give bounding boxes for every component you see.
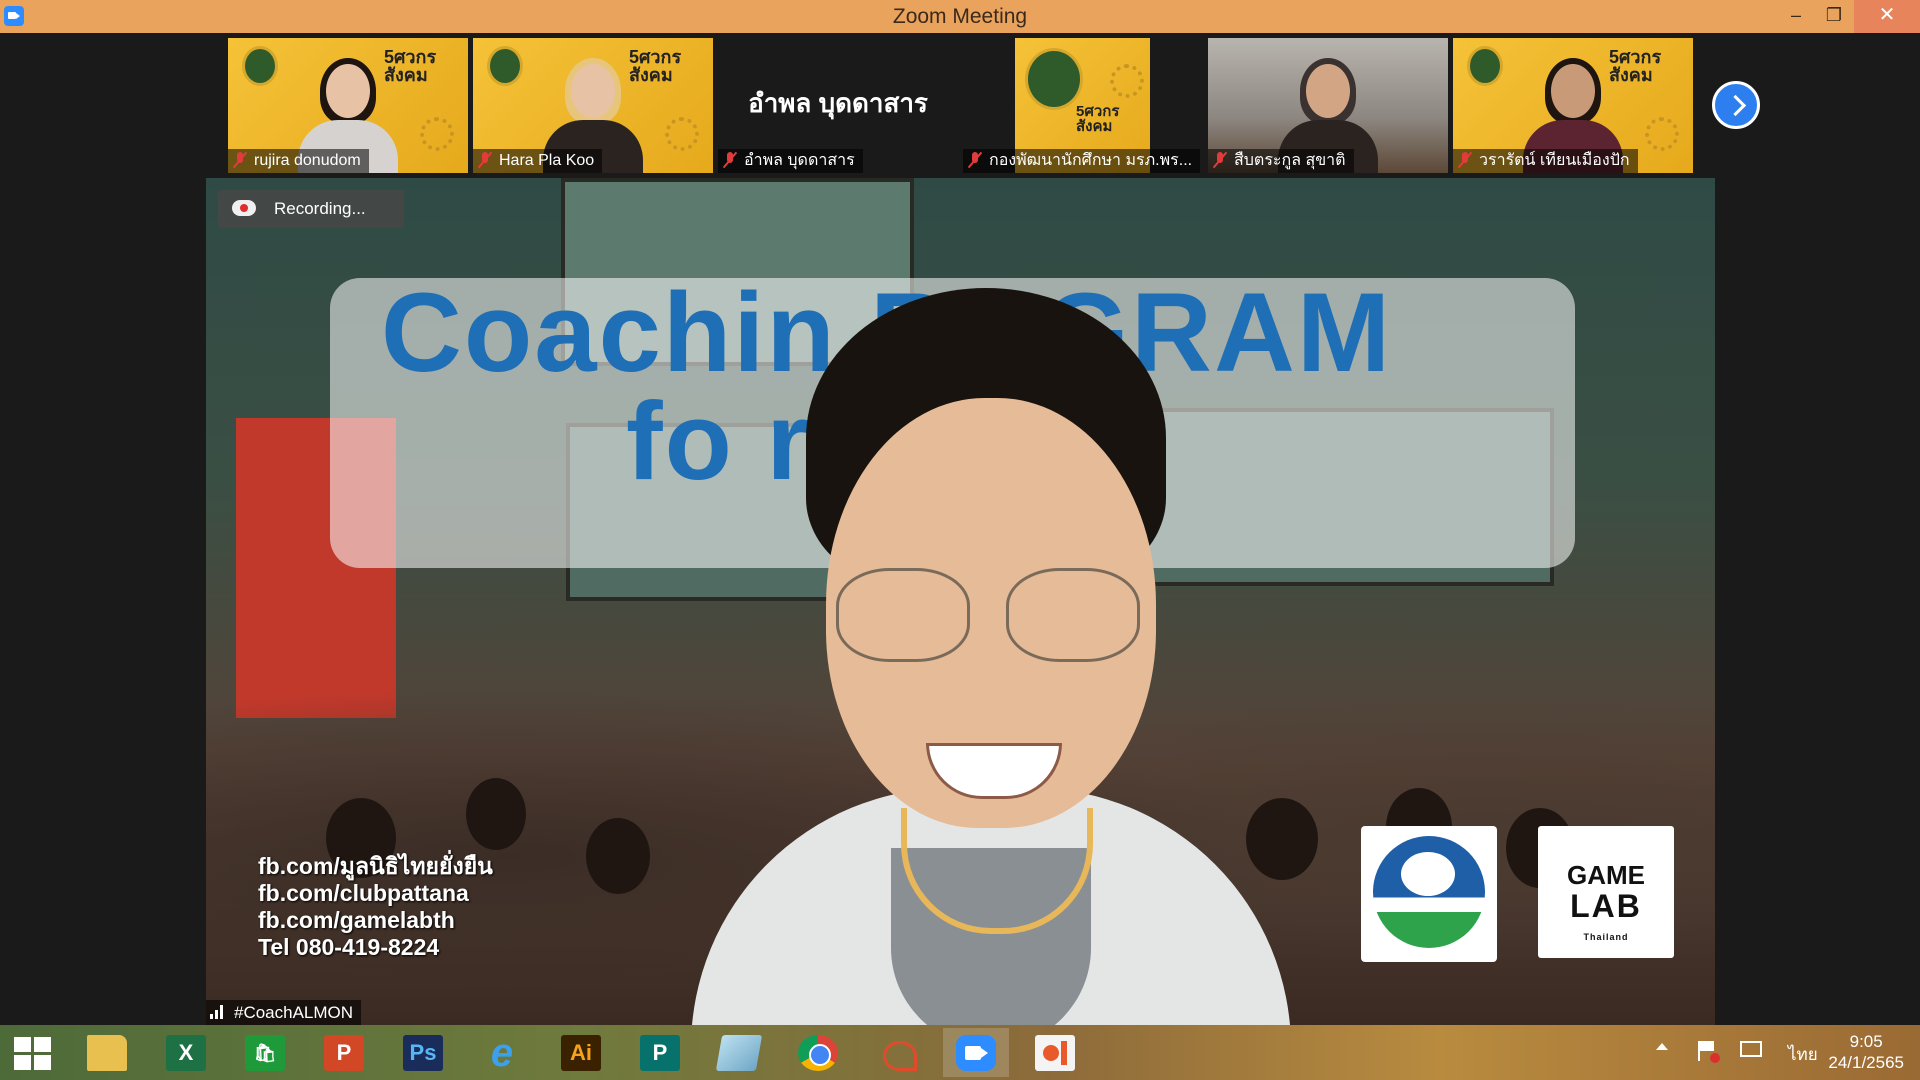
network-icon[interactable]	[1740, 1041, 1762, 1057]
contact-info: fb.com/มูลนิธิไทยยั่งยืน fb.com/clubpatt…	[258, 853, 493, 961]
mic-muted-icon	[1459, 152, 1471, 168]
internet-explorer-button[interactable]: e	[469, 1028, 535, 1077]
zoom-icon	[956, 1035, 996, 1071]
gear-icon	[1110, 64, 1144, 98]
photoshop-icon: Ps	[403, 1035, 443, 1071]
gamelab-logo-line3: Thailand	[1583, 932, 1629, 942]
contact-line: fb.com/มูลนิธิไทยยั่งยืน	[258, 853, 493, 879]
gear-icon	[1645, 117, 1679, 151]
store-button[interactable]: 🛍	[232, 1028, 298, 1077]
participant-strip: 5ศวกร สังคม rujira donudom 5ศวกร สังคม H…	[0, 33, 1920, 178]
excel-icon: X	[166, 1035, 206, 1071]
mic-muted-icon	[234, 152, 246, 168]
publisher-button[interactable]: P	[627, 1028, 693, 1077]
windows-icon	[14, 1037, 52, 1071]
illustrator-button[interactable]: Ai	[548, 1028, 614, 1077]
publisher-icon: P	[640, 1035, 680, 1071]
chrome-button[interactable]	[785, 1028, 851, 1077]
gear-icon	[665, 117, 699, 151]
participant-name-tag: rujira donudom	[228, 149, 369, 173]
speaker-person	[691, 288, 1291, 1025]
gamelab-logo-line2: LAB	[1570, 888, 1642, 924]
dialog-logo	[1361, 826, 1497, 962]
participant-display-name: อำพล บุดดาสาร	[748, 88, 928, 118]
participant-name: Hara Pla Koo	[499, 152, 595, 169]
banner-text: 5ศวกร สังคม	[1076, 103, 1120, 135]
excel-button[interactable]: X	[153, 1028, 219, 1077]
participant-name: วรารัตน์ เทียนเมืองปัก	[1479, 152, 1630, 169]
speaker-name: #CoachALMON	[234, 1003, 354, 1022]
participant-name: rujira donudom	[254, 152, 361, 169]
gamelab-logo-line1: GAME	[1567, 860, 1645, 890]
participant-thumbnail[interactable]: สืบตระกูล สุขาติ	[1208, 38, 1448, 173]
participant-name: กองพัฒนานักศึกษา มรภ.พร...	[989, 152, 1193, 169]
participant-name-tag: สืบตระกูล สุขาติ	[1208, 149, 1354, 173]
participant-thumbnail[interactable]: 5ศวกร สังคม วรารัตน์ เทียนเมืองปัก	[1453, 38, 1693, 173]
clock[interactable]: 9:05 24/1/2565	[1828, 1031, 1904, 1073]
zoom-taskbar-button[interactable]	[943, 1028, 1009, 1077]
photoshop-button[interactable]: Ps	[390, 1028, 456, 1077]
cloud-recording-icon	[232, 200, 256, 216]
mic-muted-icon	[479, 152, 491, 168]
recording-label: Recording...	[274, 199, 366, 218]
title-bar: Zoom Meeting – ❐ ✕	[0, 0, 1920, 33]
maximize-button[interactable]: ❐	[1814, 0, 1854, 33]
participant-name-tag: วรารัตน์ เทียนเมืองปัก	[1453, 149, 1638, 173]
photos-icon	[1035, 1035, 1075, 1071]
internet-explorer-icon: e	[490, 1031, 514, 1075]
file-explorer-button[interactable]	[74, 1028, 140, 1077]
signal-strength-icon	[210, 1005, 228, 1019]
speaker-name-tag: #CoachALMON	[206, 1000, 362, 1025]
powerpoint-icon: P	[324, 1035, 364, 1071]
illustrator-icon: Ai	[561, 1035, 601, 1071]
powerpoint-button[interactable]: P	[311, 1028, 377, 1077]
close-button[interactable]: ✕	[1854, 0, 1920, 33]
folder-icon	[87, 1035, 127, 1071]
university-seal-icon	[1025, 48, 1083, 110]
gear-icon	[420, 117, 454, 151]
minimize-button[interactable]: –	[1776, 0, 1816, 33]
mic-muted-icon	[1214, 152, 1226, 168]
contact-line: fb.com/gamelabth	[258, 907, 455, 933]
mic-muted-icon	[969, 152, 981, 168]
contact-line: fb.com/clubpattana	[258, 880, 469, 906]
university-seal-icon	[487, 46, 523, 86]
participant-thumbnail[interactable]: 5ศวกร สังคม rujira donudom	[228, 38, 468, 173]
contact-line: Tel 080-419-8224	[258, 934, 440, 960]
participant-name-tag: Hara Pla Koo	[473, 149, 603, 173]
window-title: Zoom Meeting	[892, 5, 1028, 28]
start-button[interactable]	[0, 1028, 66, 1077]
store-icon: 🛍	[245, 1035, 285, 1071]
snipping-tool-button[interactable]	[864, 1028, 930, 1077]
gamelab-logo: GAME LAB Thailand	[1538, 826, 1674, 958]
university-seal-icon	[1467, 46, 1503, 86]
participant-name: สืบตระกูล สุขาติ	[1234, 152, 1346, 169]
notepad-icon	[715, 1035, 763, 1071]
language-indicator[interactable]: ไทย	[1788, 1041, 1818, 1068]
participant-thumbnail[interactable]: 5ศวกร สังคม Hara Pla Koo	[473, 38, 713, 173]
mic-muted-icon	[724, 152, 736, 168]
show-hidden-icons-icon[interactable]	[1656, 1043, 1668, 1050]
university-seal-icon	[242, 46, 278, 86]
notepad-button[interactable]	[706, 1028, 772, 1077]
scissors-icon	[877, 1035, 917, 1071]
participant-name-tag: กองพัฒนานักศึกษา มรภ.พร...	[963, 149, 1201, 173]
recording-indicator[interactable]: Recording...	[218, 190, 404, 228]
participant-thumbnail[interactable]: อำพล บุดดาสาร อำพล บุดดาสาร	[718, 38, 958, 173]
participant-thumbnail[interactable]: 5ศวกร สังคม กองพัฒนานักศึกษา มรภ.พร...	[963, 38, 1203, 173]
participant-name-tag: อำพล บุดดาสาร	[718, 149, 863, 173]
chevron-right-icon[interactable]	[1712, 81, 1760, 129]
chrome-icon	[798, 1035, 838, 1071]
system-tray: ไทย 9:05 24/1/2565	[1620, 1025, 1920, 1080]
windows-taskbar: X 🛍 P Ps e Ai P ไทย 9:05 24/1/2565	[0, 1025, 1920, 1080]
clock-date: 24/1/2565	[1828, 1053, 1904, 1072]
participant-name: อำพล บุดดาสาร	[744, 152, 855, 169]
alert-icon	[1710, 1053, 1720, 1063]
photos-button[interactable]	[1022, 1028, 1088, 1077]
clock-time: 9:05	[1849, 1032, 1883, 1051]
active-speaker-video[interactable]: Coachin ROGRAM fo rer Recording... fb.co…	[206, 178, 1715, 1025]
